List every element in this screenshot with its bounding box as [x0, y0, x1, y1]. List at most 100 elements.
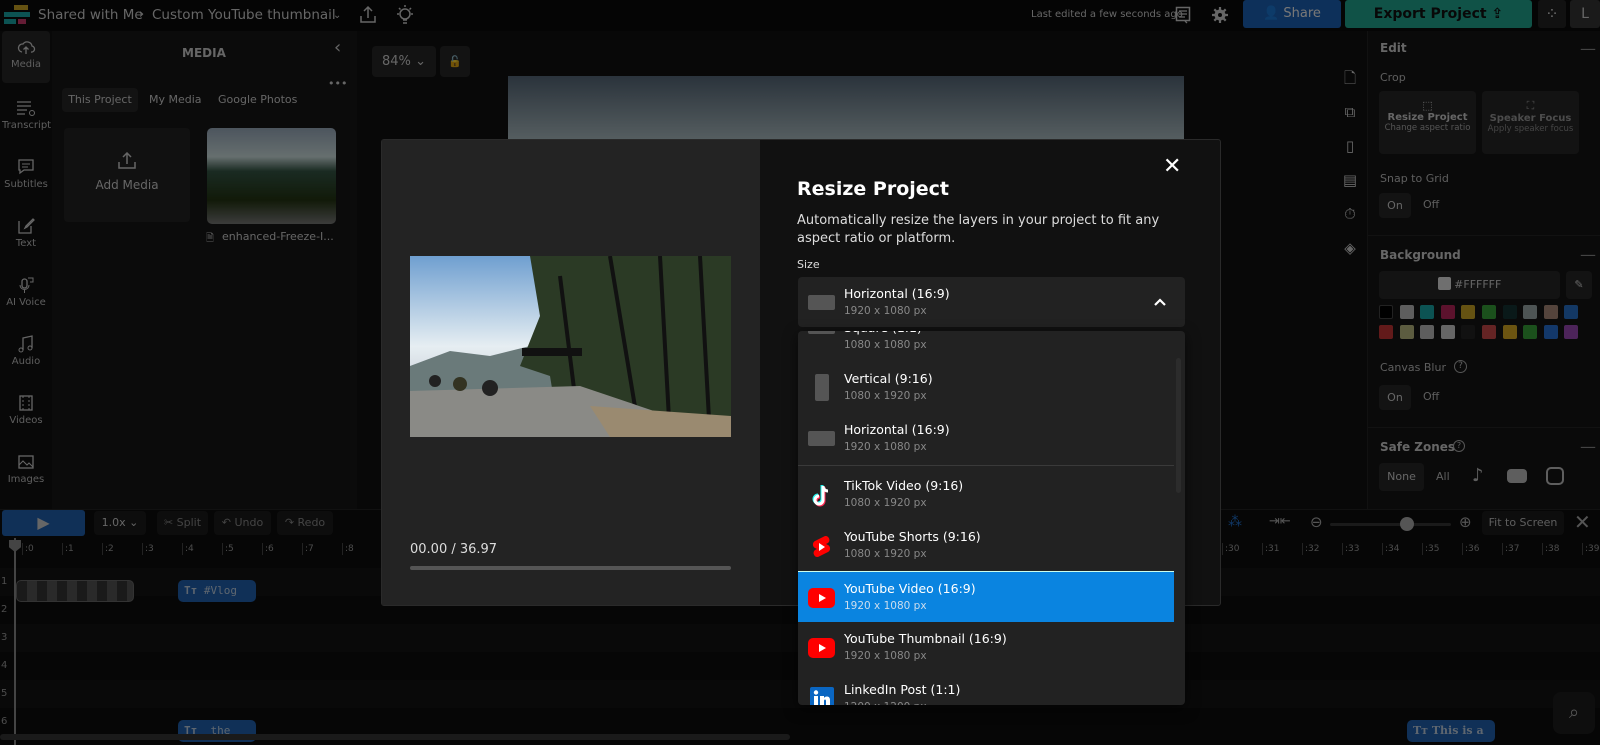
size-option[interactable]: YouTube Thumbnail (16:9) 1920 x 1080 px — [798, 622, 1174, 673]
redo-button[interactable]: ↷ Redo — [277, 511, 333, 535]
page-icon[interactable]: 🗋 — [1339, 61, 1361, 95]
collapse-icon[interactable]: — — [1580, 245, 1596, 264]
playhead-handle[interactable] — [9, 540, 21, 552]
upload-icon[interactable] — [359, 5, 377, 25]
playhead[interactable] — [14, 538, 16, 745]
zoom-in-icon[interactable]: ⊕ — [1459, 513, 1472, 531]
tiktok-icon[interactable]: ♪ — [1472, 465, 1484, 486]
lightbulb-icon[interactable] — [395, 4, 415, 26]
background-color-input[interactable]: #FFFFFF — [1379, 271, 1560, 299]
trim-gap-icon[interactable]: ⇥⇤ — [1269, 514, 1291, 529]
size-option[interactable]: Square (1:1) 1080 x 1080 px — [798, 331, 1174, 362]
text-clip-this-is[interactable]: Tт This is a — [1407, 720, 1495, 742]
text-clip-vlog[interactable]: Tт #Vlog — [178, 580, 256, 602]
split-button[interactable]: ✂ Split — [157, 511, 208, 535]
size-option[interactable]: LinkedIn Post (1:1) 1200 x 1200 px — [798, 673, 1174, 705]
playback-progress-bar[interactable] — [410, 566, 731, 570]
size-option[interactable]: TikTok Video (9:16) 1080 x 1920 px — [798, 469, 1174, 520]
color-swatch[interactable] — [1379, 305, 1393, 319]
color-swatch[interactable] — [1399, 305, 1414, 319]
color-swatch[interactable] — [1502, 305, 1517, 319]
play-button[interactable]: ▶ — [2, 510, 85, 536]
speaker-focus-card[interactable]: ⛶ Speaker Focus Apply speaker focus — [1482, 91, 1579, 154]
collapse-panel-icon[interactable]: ‹ — [334, 37, 341, 58]
breadcrumb-shared-with-me[interactable]: Shared with Me — [38, 7, 143, 23]
video-clip[interactable] — [16, 580, 134, 602]
more-options-icon[interactable]: ••• — [328, 77, 347, 90]
blur-off-button[interactable]: Off — [1423, 390, 1439, 403]
color-swatch[interactable] — [1461, 325, 1476, 339]
rail-item-audio[interactable]: Audio — [2, 328, 50, 380]
size-option[interactable]: YouTube Video (16:9) 1920 x 1080 px — [798, 571, 1174, 622]
eyedropper-icon[interactable]: ✎ — [1566, 271, 1592, 299]
close-timeline-icon[interactable]: ✕ — [1574, 510, 1591, 534]
subtitle-box-icon[interactable]: ▤ — [1339, 163, 1361, 197]
size-option[interactable]: Horizontal (16:9) 1920 x 1080 px — [798, 413, 1174, 464]
gear-icon[interactable] — [1212, 7, 1228, 23]
tab-google-photos[interactable]: Google Photos — [218, 93, 297, 106]
export-project-button[interactable]: Export Project ⇪ — [1345, 0, 1532, 28]
media-thumbnail[interactable] — [207, 128, 336, 224]
color-swatch[interactable] — [1440, 305, 1455, 319]
timeline-zoom-slider[interactable] — [1330, 523, 1451, 526]
color-swatch[interactable] — [1482, 305, 1496, 319]
avatar[interactable]: L — [1570, 0, 1600, 28]
slider-handle[interactable] — [1400, 517, 1415, 531]
phone-icon[interactable]: ▯ — [1339, 129, 1361, 163]
rail-item-text[interactable]: Text — [2, 210, 50, 262]
help-icon[interactable]: ? — [1453, 440, 1465, 452]
tab-my-media[interactable]: My Media — [149, 93, 202, 106]
aspect-lock-button[interactable]: 🔓 — [440, 46, 470, 77]
color-swatch[interactable] — [1379, 325, 1393, 339]
app-logo[interactable] — [4, 5, 30, 27]
help-icon[interactable]: ? — [1454, 360, 1467, 373]
zoom-out-icon[interactable]: ⊖ — [1310, 513, 1323, 531]
color-swatch[interactable] — [1523, 305, 1538, 319]
collapse-icon[interactable]: — — [1580, 39, 1596, 58]
chevron-up-icon[interactable] — [1153, 297, 1167, 307]
collapse-icon[interactable]: — — [1580, 437, 1596, 456]
color-swatch[interactable] — [1543, 325, 1558, 339]
youtube-icon[interactable] — [1507, 469, 1527, 483]
resize-project-card[interactable]: ⬚ Resize Project Change aspect ratio — [1379, 91, 1476, 154]
search-icon[interactable]: ⌕ — [1553, 692, 1595, 734]
blur-on-button[interactable]: On — [1379, 385, 1411, 410]
zoom-select[interactable]: 84% ⌄ — [372, 46, 436, 77]
speed-select[interactable]: 1.0x ⌄ — [94, 511, 146, 535]
snap-on-button[interactable]: On — [1379, 193, 1411, 218]
share-button[interactable]: 👤 Share — [1243, 0, 1341, 28]
size-select[interactable]: Horizontal (16:9) 1920 x 1080 px — [798, 277, 1185, 327]
notes-icon[interactable] — [1175, 6, 1191, 24]
color-swatch[interactable] — [1461, 305, 1476, 319]
rail-item-media[interactable]: Media — [2, 31, 50, 83]
size-option[interactable]: Vertical (9:16) 1080 x 1920 px — [798, 362, 1174, 413]
rail-item-videos[interactable]: Videos — [2, 387, 50, 439]
rail-item-ai-voice[interactable]: AI Voice — [2, 269, 50, 321]
color-swatch[interactable] — [1564, 305, 1579, 319]
size-dropdown-list[interactable]: Square (1:1) 1080 x 1080 px Vertical (9:16… — [798, 331, 1185, 705]
add-media-button[interactable]: Add Media — [64, 128, 190, 222]
fit-to-screen-button[interactable]: Fit to Screen — [1482, 511, 1564, 535]
color-swatch[interactable] — [1502, 325, 1517, 339]
undo-button[interactable]: ↶ Undo — [214, 511, 271, 535]
color-swatch[interactable] — [1564, 325, 1579, 339]
color-swatch[interactable] — [1482, 325, 1496, 339]
chevron-down-icon[interactable]: ⌄ — [333, 10, 341, 21]
snap-off-button[interactable]: Off — [1423, 198, 1439, 211]
color-swatch[interactable] — [1523, 325, 1538, 339]
timer-icon[interactable]: ⏱ — [1339, 197, 1361, 231]
layers-icon[interactable]: ◈ — [1339, 231, 1361, 265]
color-swatch[interactable] — [1543, 305, 1558, 319]
instagram-icon[interactable] — [1546, 467, 1564, 485]
horizontal-scrollbar[interactable] — [0, 734, 790, 740]
safe-zone-all-button[interactable]: All — [1436, 470, 1450, 483]
color-swatch[interactable] — [1440, 325, 1455, 339]
media-file-name[interactable]: enhanced-Freeze-I... — [222, 230, 334, 243]
snap-magnet-icon[interactable]: ⁂ — [1228, 514, 1242, 530]
close-modal-icon[interactable]: ✕ — [1163, 154, 1181, 179]
size-option[interactable]: YouTube Shorts (9:16) 1080 x 1920 px — [798, 520, 1174, 571]
duplicate-icon[interactable]: ⧉ — [1339, 95, 1361, 129]
color-swatch[interactable] — [1399, 325, 1414, 339]
tab-this-project[interactable]: This Project — [62, 88, 138, 112]
dropdown-scrollbar[interactable] — [1176, 358, 1181, 493]
